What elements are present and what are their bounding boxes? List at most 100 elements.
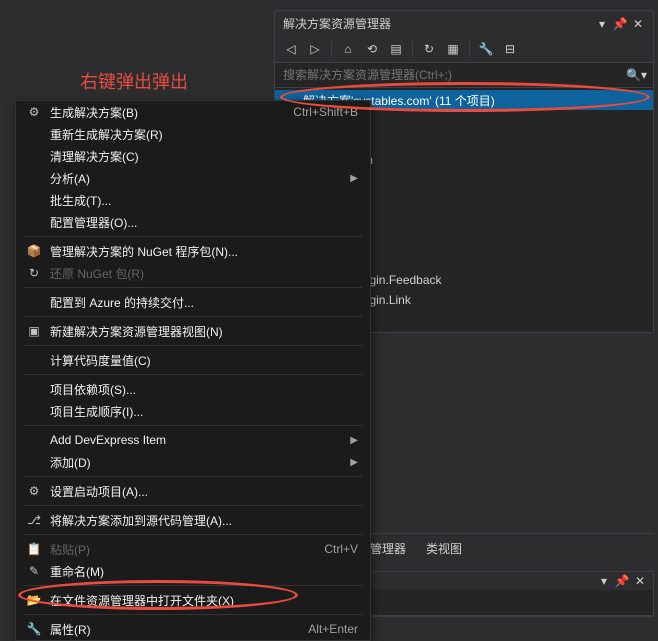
explorer-title: 解决方案资源管理器 <box>283 15 391 32</box>
explorer-search: 🔍▾ <box>275 63 653 88</box>
menu-item[interactable]: 配置管理器(O)... <box>16 211 370 233</box>
build-icon: ⚙ <box>24 104 44 120</box>
folder-icon: 📂 <box>24 592 44 608</box>
search-icon[interactable]: 🔍▾ <box>626 68 647 82</box>
menu-item-label: 管理解决方案的 NuGet 程序包(N)... <box>50 243 362 260</box>
dropdown-icon[interactable]: ▾ <box>597 574 611 588</box>
source-icon: ⎇ <box>24 512 44 528</box>
menu-item[interactable]: 📦 管理解决方案的 NuGet 程序包(N)... <box>16 240 370 262</box>
menu-separator <box>24 345 362 346</box>
menu-item-label: 生成解决方案(B) <box>50 104 293 121</box>
menu-item[interactable]: 📂 在文件资源管理器中打开文件夹(X) <box>16 589 370 611</box>
blank-icon <box>24 352 44 368</box>
menu-separator <box>24 534 362 535</box>
menu-item[interactable]: Add DevExpress Item▶ <box>16 429 370 451</box>
menu-item: 📋 粘贴(P)Ctrl+V <box>16 538 370 560</box>
menu-item-label: 重新生成解决方案(R) <box>50 126 362 143</box>
menu-item-label: 将解决方案添加到源代码管理(A)... <box>50 512 362 529</box>
blank-icon <box>24 432 44 448</box>
menu-item-label: 项目依赖项(S)... <box>50 381 362 398</box>
menu-item[interactable]: ⚙ 生成解决方案(B)Ctrl+Shift+B <box>16 101 370 123</box>
menu-item-label: 清理解决方案(C) <box>50 148 362 165</box>
menu-item[interactable]: 项目依赖项(S)... <box>16 378 370 400</box>
menu-item-label: 粘贴(P) <box>50 541 324 558</box>
explorer-titlebar: 解决方案资源管理器 ▾ 📌 ✕ <box>275 11 653 36</box>
dropdown-icon[interactable]: ▾ <box>595 17 609 31</box>
menu-item[interactable]: ✎ 重命名(M) <box>16 560 370 582</box>
menu-item[interactable]: ⎇ 将解决方案添加到源代码管理(A)... <box>16 509 370 531</box>
menu-item-label: 配置管理器(O)... <box>50 214 362 231</box>
restore-icon: ↻ <box>24 265 44 281</box>
menu-item[interactable]: 计算代码度量值(C) <box>16 349 370 371</box>
menu-separator <box>24 505 362 506</box>
menu-item[interactable]: 🔧 属性(R)Alt+Enter <box>16 618 370 640</box>
showall-icon[interactable]: ▦ <box>443 39 463 59</box>
menu-item-label: 在文件资源管理器中打开文件夹(X) <box>50 592 362 609</box>
blank-icon <box>24 126 44 142</box>
menu-item-label: 添加(D) <box>50 454 350 471</box>
menu-item[interactable]: 批生成(T)... <box>16 189 370 211</box>
preview-icon[interactable]: ⊟ <box>500 39 520 59</box>
gear-icon: ⚙ <box>24 483 44 499</box>
menu-item[interactable]: 配置到 Azure 的持续交付... <box>16 291 370 313</box>
menu-item-label: 设置启动项目(A)... <box>50 483 362 500</box>
menu-item[interactable]: 分析(A)▶ <box>16 167 370 189</box>
home-icon[interactable]: ⌂ <box>338 39 358 59</box>
menu-item[interactable]: 清理解决方案(C) <box>16 145 370 167</box>
blank-icon <box>24 192 44 208</box>
blank-icon <box>24 381 44 397</box>
annotation-text: 右键弹出弹出 <box>80 68 188 94</box>
blank-icon <box>24 403 44 419</box>
menu-separator <box>24 614 362 615</box>
menu-item-label: 计算代码度量值(C) <box>50 352 362 369</box>
blank-icon <box>24 148 44 164</box>
menu-item[interactable]: 项目生成顺序(I)... <box>16 400 370 422</box>
menu-item-label: 项目生成顺序(I)... <box>50 403 362 420</box>
properties-icon[interactable]: 🔧 <box>476 39 496 59</box>
back-icon[interactable]: ◁ <box>281 39 301 59</box>
menu-item-label: 分析(A) <box>50 170 350 187</box>
menu-item[interactable]: 重新生成解决方案(R) <box>16 123 370 145</box>
menu-item[interactable]: ⚙ 设置启动项目(A)... <box>16 480 370 502</box>
wrench-icon: 🔧 <box>24 621 44 637</box>
explorer-toolbar: ◁ ▷ ⌂ ⟲ ▤ ↻ ▦ 🔧 ⊟ <box>275 36 653 63</box>
paste-icon: 📋 <box>24 541 44 557</box>
menu-separator <box>24 425 362 426</box>
menu-item-label: 批生成(T)... <box>50 192 362 209</box>
menu-item-label: 新建解决方案资源管理器视图(N) <box>50 323 362 340</box>
menu-item-label: Add DevExpress Item <box>50 433 350 447</box>
newview-icon: ▣ <box>24 323 44 339</box>
menu-separator <box>24 287 362 288</box>
blank-icon <box>24 454 44 470</box>
menu-item-label: 还原 NuGet 包(R) <box>50 265 362 282</box>
nuget-icon: 📦 <box>24 243 44 259</box>
menu-item-label: 属性(R) <box>50 621 308 638</box>
menu-separator <box>24 374 362 375</box>
context-menu: ⚙ 生成解决方案(B)Ctrl+Shift+B 重新生成解决方案(R) 清理解决方案(… <box>15 100 371 641</box>
close-icon[interactable]: ✕ <box>631 17 645 31</box>
forward-icon[interactable]: ▷ <box>305 39 325 59</box>
search-input[interactable] <box>281 66 626 84</box>
menu-shortcut: Ctrl+V <box>324 542 362 556</box>
menu-separator <box>24 585 362 586</box>
bottom-tab[interactable]: 类视图 <box>422 538 466 559</box>
refresh-icon[interactable]: ↻ <box>419 39 439 59</box>
menu-separator <box>24 236 362 237</box>
menu-item-label: 重命名(M) <box>50 563 362 580</box>
menu-item[interactable]: ▣ 新建解决方案资源管理器视图(N) <box>16 320 370 342</box>
menu-item-label: 配置到 Azure 的持续交付... <box>50 294 362 311</box>
menu-shortcut: Ctrl+Shift+B <box>293 105 362 119</box>
sync-icon[interactable]: ⟲ <box>362 39 382 59</box>
collapse-icon[interactable]: ▤ <box>386 39 406 59</box>
blank-icon <box>24 170 44 186</box>
blank-icon <box>24 214 44 230</box>
pin-icon[interactable]: 📌 <box>613 17 627 31</box>
menu-item: ↻ 还原 NuGet 包(R) <box>16 262 370 284</box>
rename-icon: ✎ <box>24 563 44 579</box>
submenu-arrow-icon: ▶ <box>350 435 362 446</box>
pin-icon[interactable]: 📌 <box>615 574 629 588</box>
close-icon[interactable]: ✕ <box>633 574 647 588</box>
menu-separator <box>24 476 362 477</box>
menu-shortcut: Alt+Enter <box>308 622 362 636</box>
menu-item[interactable]: 添加(D)▶ <box>16 451 370 473</box>
